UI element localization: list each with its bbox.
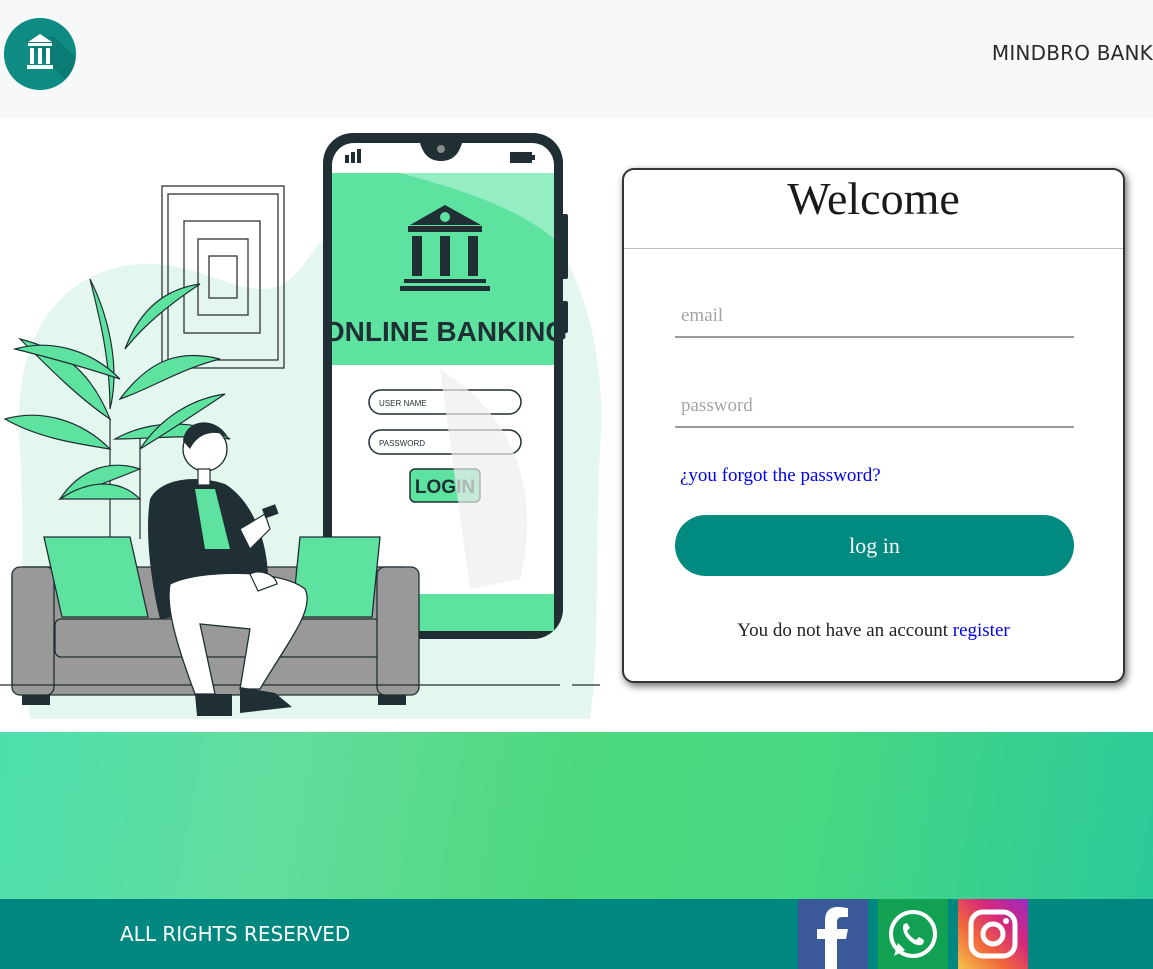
login-card: Welcome ¿you forgot the password? log in…	[622, 168, 1125, 683]
no-account-text: You do not have an account	[737, 620, 948, 641]
card-divider	[624, 248, 1123, 249]
forgot-password-link[interactable]: ¿you forgot the password?	[680, 465, 881, 487]
site-header: MINDBRO BANK	[0, 0, 1153, 119]
phone-password-label: PASSWORD	[379, 439, 425, 448]
site-footer: ALL RIGHTS RESERVED	[0, 899, 1153, 969]
email-input[interactable]	[675, 296, 1074, 338]
facebook-link[interactable]	[798, 899, 868, 969]
brand-name: MINDBRO BANK	[991, 41, 1153, 65]
decorative-gradient-band	[0, 732, 1153, 899]
facebook-icon	[798, 899, 868, 969]
whatsapp-link[interactable]	[878, 899, 948, 969]
register-link[interactable]: register	[953, 620, 1010, 641]
register-prompt: You do not have an account register	[624, 620, 1123, 642]
password-input[interactable]	[675, 386, 1074, 428]
card-title: Welcome	[787, 173, 960, 224]
instagram-icon	[968, 909, 1018, 959]
phone-screen-title: ONLINE BANKING	[323, 316, 567, 347]
whatsapp-icon	[878, 899, 948, 969]
login-button[interactable]: log in	[675, 515, 1074, 576]
bank-logo[interactable]	[4, 18, 76, 90]
rights-text: ALL RIGHTS RESERVED	[120, 922, 351, 946]
bank-icon	[4, 18, 76, 90]
online-banking-illustration: ONLINE BANKING USER NAME PASSWORD LOGIN	[0, 119, 610, 729]
phone-username-label: USER NAME	[379, 399, 427, 408]
instagram-link[interactable]	[958, 899, 1028, 969]
